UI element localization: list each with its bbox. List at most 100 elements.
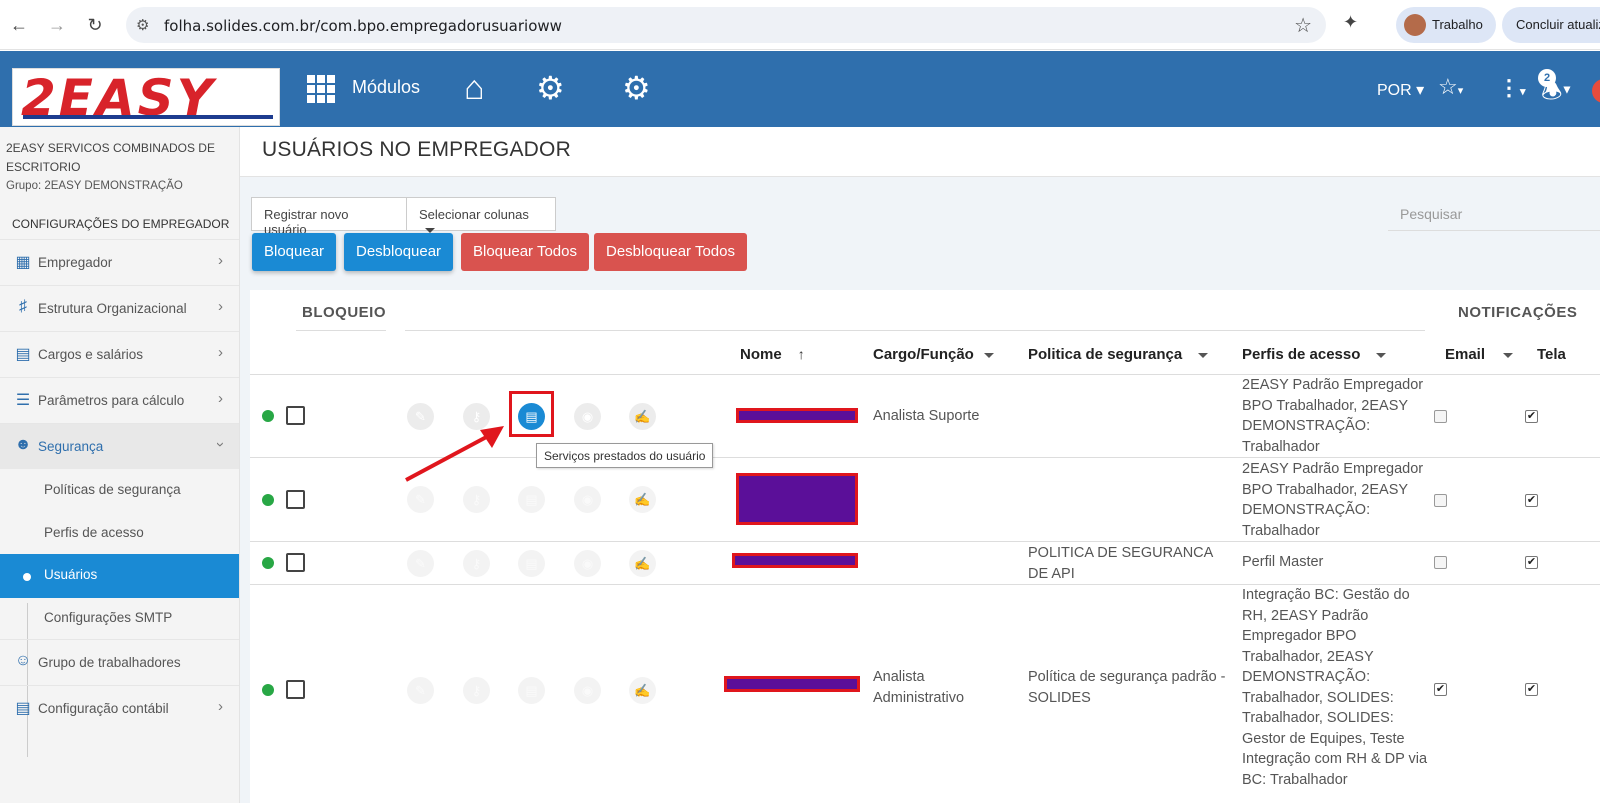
- sidebar-item-label: Grupo de trabalhadores: [38, 655, 181, 670]
- edit-pencil-icon[interactable]: ✎: [407, 550, 434, 577]
- edit-pencil-icon[interactable]: ✎: [407, 486, 434, 513]
- user-services-icon[interactable]: ▤: [518, 486, 545, 513]
- select-columns-button[interactable]: Selecionar colunas: [406, 197, 556, 234]
- column-header-email[interactable]: Email: [1445, 346, 1514, 363]
- sidebar-item-grupo[interactable]: ☺ Grupo de trabalhadores: [0, 639, 239, 685]
- gears-icon[interactable]: ⚙: [536, 69, 565, 107]
- caret-down-icon[interactable]: [1198, 352, 1209, 358]
- chevron-right-icon: ›: [218, 252, 223, 269]
- column-header-policy[interactable]: Politica de segurança: [1028, 346, 1209, 363]
- url-text[interactable]: folha.solides.com.br/com.bpo.empregadoru…: [164, 17, 562, 35]
- sidebar-subitem-politicas[interactable]: Políticas de segurança: [0, 469, 239, 513]
- sidebar-item-cargos[interactable]: ▤ Cargos e salários ›: [0, 331, 239, 377]
- block-button[interactable]: Bloquear: [252, 233, 337, 271]
- email-checkbox[interactable]: [1434, 494, 1447, 507]
- eye-icon[interactable]: ◉: [574, 677, 601, 704]
- logo[interactable]: 2EASY: [12, 68, 280, 126]
- key-icon[interactable]: ⚷: [463, 677, 490, 704]
- unblock-button[interactable]: Desbloquear: [344, 233, 454, 271]
- screen-checkbox[interactable]: ✔: [1525, 556, 1538, 569]
- register-user-button[interactable]: Registrar novo usuário: [251, 197, 407, 237]
- eye-icon[interactable]: ◉: [574, 403, 601, 430]
- page-title-bar: USUÁRIOS NO EMPREGADOR: [240, 127, 1600, 177]
- profiles-cell: 2EASY Padrão Empregador BPO Trabalhador,…: [1242, 377, 1424, 455]
- row-checkbox[interactable]: [286, 553, 305, 572]
- company-group: Grupo: 2EASY DEMONSTRAÇÃO: [6, 180, 183, 192]
- redacted-name: [732, 553, 858, 568]
- group-header-notifications: NOTIFICAÇÕES: [1458, 304, 1578, 321]
- user-services-icon[interactable]: ▤: [518, 550, 545, 577]
- edit-document-icon[interactable]: ✍: [629, 486, 656, 513]
- screen-checkbox[interactable]: ✔: [1525, 410, 1538, 423]
- sidebar-subitem-smtp[interactable]: Configurações SMTP: [0, 597, 239, 641]
- sort-ascending-icon[interactable]: ↑: [798, 346, 805, 362]
- reload-icon[interactable]: ↻: [82, 12, 108, 38]
- arrow-left-icon[interactable]: ←: [6, 12, 32, 38]
- search-input[interactable]: [1388, 197, 1600, 231]
- more-vertical-icon[interactable]: ⋮▾: [1498, 75, 1526, 101]
- column-header-profiles[interactable]: Perfis de acesso: [1242, 346, 1387, 363]
- user-avatar[interactable]: [1592, 79, 1600, 103]
- key-icon[interactable]: ⚷: [463, 550, 490, 577]
- page-title: USUÁRIOS NO EMPREGADOR: [262, 138, 571, 161]
- sidebar-subitem-usuarios[interactable]: Usuários: [0, 554, 239, 598]
- favorites-star-icon[interactable]: ☆▾: [1438, 74, 1463, 100]
- row-checkbox[interactable]: [286, 406, 305, 425]
- row-checkbox[interactable]: [286, 680, 305, 699]
- profiles-cell: Integração BC: Gestão do RH, 2EASY Padrã…: [1242, 587, 1428, 788]
- user-services-icon[interactable]: ▤: [518, 677, 545, 704]
- screen-checkbox[interactable]: ✔: [1525, 494, 1538, 507]
- profile-avatar: [1404, 14, 1426, 36]
- gears-icon[interactable]: ⚙: [622, 69, 651, 107]
- sidebar-subitem-perfis[interactable]: Perfis de acesso: [0, 512, 239, 556]
- caret-down-icon[interactable]: [1376, 352, 1387, 358]
- sidebar-item-parametros[interactable]: ☰ Parâmetros para cálculo ›: [0, 377, 239, 423]
- site-settings-icon[interactable]: ⚙: [136, 16, 149, 34]
- column-header-screen[interactable]: Tela: [1537, 346, 1566, 363]
- column-header-role-label: Cargo/Função: [873, 346, 974, 363]
- screen-checkbox[interactable]: ✔: [1525, 683, 1538, 696]
- block-all-button[interactable]: Bloquear Todos: [461, 233, 589, 271]
- sidebar-item-contabil[interactable]: ▤ Configuração contábil ›: [0, 685, 239, 731]
- edit-pencil-icon[interactable]: ✎: [407, 677, 434, 704]
- profile-button[interactable]: Trabalho: [1396, 7, 1496, 43]
- building-icon: ▦: [15, 254, 31, 271]
- grid-icon[interactable]: [307, 75, 335, 103]
- redacted-name: [736, 473, 858, 525]
- arrow-right-icon[interactable]: →: [44, 12, 70, 38]
- caret-down-icon[interactable]: [983, 352, 994, 358]
- chevron-right-icon: ›: [218, 390, 223, 407]
- home-icon[interactable]: ⌂: [464, 69, 485, 108]
- email-checkbox[interactable]: [1434, 556, 1447, 569]
- chevron-right-icon: ›: [218, 344, 223, 361]
- redacted-name: [736, 408, 858, 423]
- eye-icon[interactable]: ◉: [574, 550, 601, 577]
- update-button[interactable]: Concluir atualiz: [1502, 7, 1600, 43]
- annotation-arrow: [405, 426, 504, 482]
- key-icon[interactable]: ⚷: [463, 486, 490, 513]
- address-bar[interactable]: ⚙ folha.solides.com.br/com.bpo.empregado…: [126, 7, 1326, 43]
- language-selector[interactable]: POR ▾: [1377, 80, 1424, 100]
- edit-document-icon[interactable]: ✍: [629, 677, 656, 704]
- edit-document-icon[interactable]: ✍: [629, 550, 656, 577]
- extensions-icon[interactable]: ✦: [1343, 12, 1358, 33]
- list-check-icon: ☰: [15, 392, 31, 409]
- id-card-icon: ▤: [15, 346, 31, 363]
- eye-icon[interactable]: ◉: [574, 486, 601, 513]
- notification-badge: 2: [1538, 69, 1556, 87]
- bookmark-star-icon[interactable]: ☆: [1294, 13, 1312, 38]
- column-header-name[interactable]: Nome ↑: [740, 346, 805, 363]
- email-checkbox[interactable]: [1434, 410, 1447, 423]
- column-header-role[interactable]: Cargo/Função: [873, 346, 994, 363]
- unblock-all-button[interactable]: Desbloquear Todos: [594, 233, 747, 271]
- sidebar-item-estrutura[interactable]: ♯ Estrutura Organizacional ›: [0, 285, 239, 331]
- sidebar-item-empregador[interactable]: ▦ Empregador ›: [0, 239, 239, 285]
- edit-document-icon[interactable]: ✍: [629, 403, 656, 430]
- caret-down-icon[interactable]: [1503, 352, 1514, 358]
- sidebar-item-label: Empregador: [38, 255, 113, 270]
- sidebar-item-seguranca[interactable]: ☻ Segurança ›: [0, 423, 239, 469]
- email-checkbox[interactable]: ✔: [1434, 683, 1447, 696]
- row-checkbox[interactable]: [286, 490, 305, 509]
- modulos-menu[interactable]: Módulos: [352, 77, 420, 98]
- logo-swoosh: [23, 115, 273, 119]
